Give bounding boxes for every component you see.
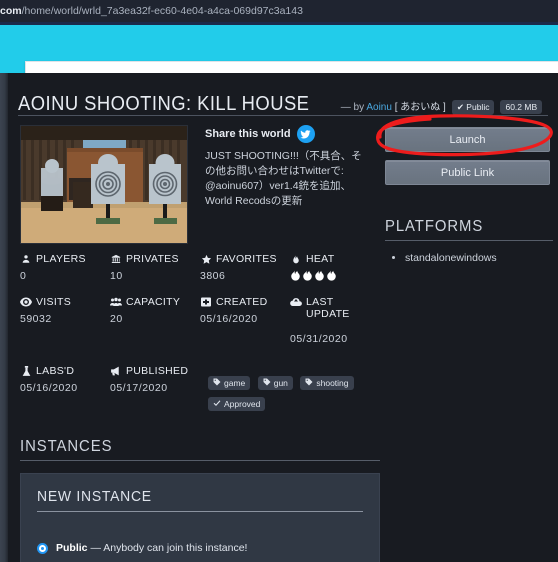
author-name-jp: [ あおいぬ ] xyxy=(394,102,446,113)
browser-url-bar[interactable]: com/home/world/wrld_7a3ea32f-ec60-4e04-a… xyxy=(0,0,558,22)
person-icon xyxy=(20,253,32,265)
stats-row: VISITS 59032 CAPACITY 20 CREATED 05/16/2… xyxy=(20,296,380,345)
share-row: Share this world xyxy=(205,125,370,143)
public-link-button[interactable]: Public Link xyxy=(385,160,550,185)
tag-label: game xyxy=(224,378,246,388)
tag-label: shooting xyxy=(316,378,349,388)
stat-value: 05/16/2020 xyxy=(20,382,78,394)
bank-icon xyxy=(110,253,122,265)
group-icon xyxy=(110,296,122,308)
byline-prefix: — by xyxy=(340,102,365,113)
world-title-row: AOINU SHOOTING: KILL HOUSE — by Aoinu [ … xyxy=(18,93,543,116)
tag-icon xyxy=(263,378,271,388)
platforms-list: standalonewindows xyxy=(385,251,553,266)
byline: — by Aoinu [ あおいぬ ] xyxy=(341,98,446,113)
instance-option-name: Public xyxy=(56,542,88,554)
page-title: AOINU SHOOTING: KILL HOUSE xyxy=(18,93,310,115)
page-scrollbar[interactable] xyxy=(0,73,8,562)
stat-label: CAPACITY xyxy=(126,296,181,308)
approved-badge: Approved xyxy=(208,397,266,411)
twitter-icon[interactable] xyxy=(296,125,315,143)
tag-chip[interactable]: shooting xyxy=(300,376,354,390)
stat-value: 05/17/2020 xyxy=(110,382,168,394)
title-divider xyxy=(18,115,548,116)
stat-visits: VISITS 59032 xyxy=(20,296,110,345)
stat-labsd: LABS'D 05/16/2020 xyxy=(20,365,110,394)
platforms-heading: PLATFORMS xyxy=(385,218,484,235)
tag-chip[interactable]: game xyxy=(208,376,251,390)
stat-label: VISITS xyxy=(36,296,72,308)
stat-label: LAST UPDATE xyxy=(306,296,350,320)
page-content: AOINU SHOOTING: KILL HOUSE — by Aoinu [ … xyxy=(8,73,558,562)
tag-label: gun xyxy=(273,378,288,388)
calendar-icon xyxy=(200,296,212,308)
check-icon xyxy=(213,399,221,409)
flame-icon xyxy=(290,253,302,265)
instance-option-public[interactable]: Public — Anybody can join this instance! xyxy=(37,542,363,554)
list-item: standalonewindows xyxy=(405,251,553,266)
stat-label: CREATED xyxy=(216,296,268,308)
megaphone-icon xyxy=(110,365,122,377)
stat-label: PUBLISHED xyxy=(126,365,189,377)
new-instance-card: NEW INSTANCE Public — Anybody can join t… xyxy=(20,473,380,562)
lab-icon xyxy=(20,365,32,377)
stat-value: 3806 xyxy=(200,270,226,282)
instances-section: INSTANCES NEW INSTANCE Public — Anybody … xyxy=(20,438,380,562)
share-section: Share this world JUST SHOOTING!!!（不具合、その… xyxy=(205,125,370,209)
stat-privates: PRIVATES 10 xyxy=(110,253,200,282)
stat-value: 59032 xyxy=(20,313,52,325)
tag-chip[interactable]: gun xyxy=(257,376,293,390)
visibility-badge: ✔ Public xyxy=(451,100,495,115)
new-instance-divider xyxy=(37,511,363,512)
stat-label: FAVORITES xyxy=(216,253,277,265)
stat-label: HEAT xyxy=(306,253,335,265)
cyan-banner xyxy=(0,25,558,88)
world-thumbnail[interactable] xyxy=(20,125,188,244)
stat-created: CREATED 05/16/2020 xyxy=(200,296,290,345)
url-domain: com xyxy=(0,5,22,17)
instances-divider xyxy=(20,460,380,461)
stat-published: PUBLISHED 05/17/2020 xyxy=(110,365,200,394)
stat-heat: HEAT xyxy=(290,253,380,282)
author-link[interactable]: Aoinu xyxy=(366,102,392,113)
tag-icon xyxy=(213,378,221,388)
tag-icon xyxy=(305,378,313,388)
size-badge: 60.2 MB xyxy=(500,100,543,114)
stat-value: 05/16/2020 xyxy=(200,313,258,325)
stat-label: PLAYERS xyxy=(36,253,86,265)
instances-heading: INSTANCES xyxy=(20,438,113,455)
eye-icon xyxy=(20,296,32,308)
stat-favorites: FAVORITES 3806 xyxy=(200,253,290,282)
new-instance-title: NEW INSTANCE xyxy=(37,488,152,505)
url-path: /home/world/wrld_7a3ea32f-ec60-4e04-a4ca… xyxy=(21,5,303,17)
stat-value: 0 xyxy=(20,270,27,282)
page-body: AOINU SHOOTING: KILL HOUSE — by Aoinu [ … xyxy=(0,73,558,562)
stat-value: 10 xyxy=(110,270,123,282)
instance-option-label: Public — Anybody can join this instance! xyxy=(56,542,247,554)
stats-row: PLAYERS 0 PRIVATES 10 FAVORITES 3806 HEA… xyxy=(20,253,380,282)
platforms-section: PLATFORMS standalonewindows xyxy=(385,218,553,266)
approved-label: Approved xyxy=(224,399,261,409)
app-window: com/home/world/wrld_7a3ea32f-ec60-4e04-a… xyxy=(0,0,558,562)
stat-capacity: CAPACITY 20 xyxy=(110,296,200,345)
cloud-icon xyxy=(290,296,302,308)
stat-last-update: LAST UPDATE 05/31/2020 xyxy=(290,296,380,345)
stat-label: PRIVATES xyxy=(126,253,179,265)
instance-option-desc: — Anybody can join this instance! xyxy=(90,542,248,554)
radio-public[interactable] xyxy=(37,542,48,554)
stat-value: 05/31/2020 xyxy=(290,333,348,345)
stat-value: 20 xyxy=(110,313,123,325)
platforms-divider xyxy=(385,240,553,241)
launch-button[interactable]: Launch xyxy=(385,127,550,152)
heat-flames xyxy=(290,269,380,281)
stat-players: PLAYERS 0 xyxy=(20,253,110,282)
world-description: JUST SHOOTING!!!（不具合、その他お問い合わせはTwitterで:… xyxy=(205,150,362,207)
share-label: Share this world xyxy=(205,128,291,140)
stat-label: LABS'D xyxy=(36,365,75,377)
tag-list: game gun shooting Approved xyxy=(208,373,383,415)
star-icon xyxy=(200,253,212,265)
